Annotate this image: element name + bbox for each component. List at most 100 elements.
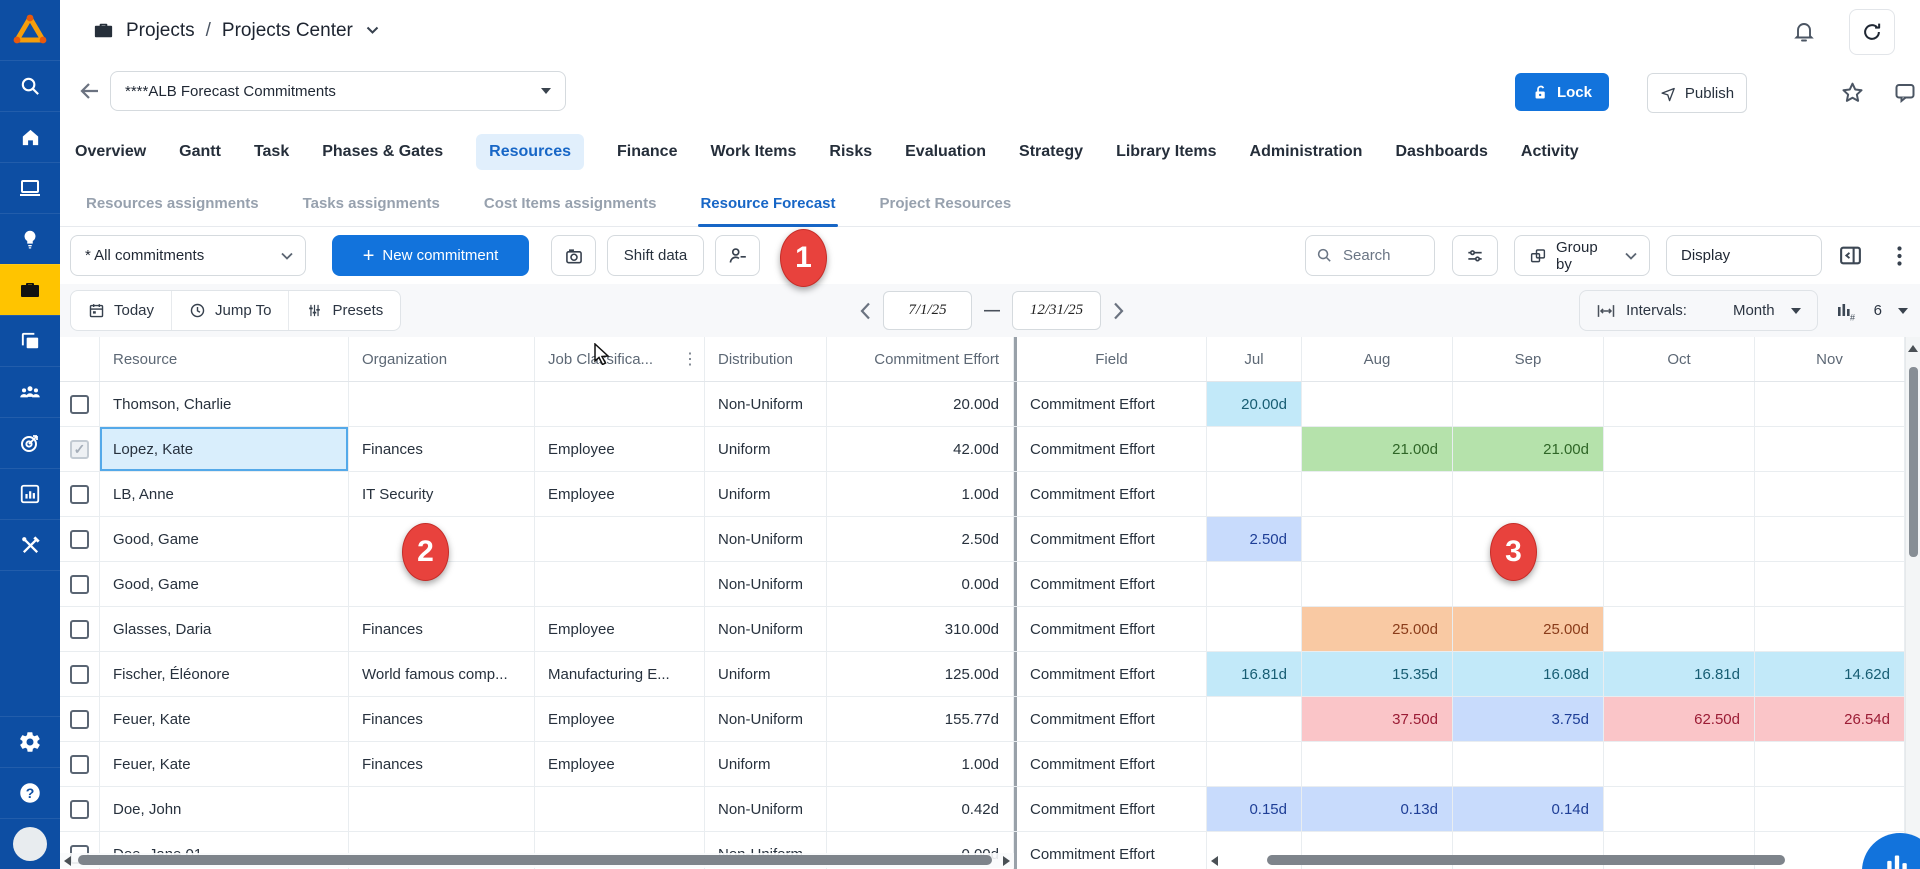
resource-cell[interactable]: Feuer, Kate — [100, 742, 349, 786]
filter-button[interactable] — [1452, 235, 1498, 276]
row-checkbox[interactable] — [70, 620, 89, 639]
month-cell[interactable] — [1755, 742, 1905, 786]
group-by-dropdown[interactable]: Group by — [1514, 235, 1650, 276]
month-cell[interactable]: 16.81d — [1207, 652, 1302, 696]
sidebar-monitor-icon[interactable] — [0, 162, 60, 213]
month-cell[interactable] — [1207, 427, 1302, 471]
month-cell[interactable]: 16.08d — [1453, 652, 1604, 696]
tab-overview[interactable]: Overview — [75, 143, 146, 161]
month-cell[interactable]: 0.14d — [1453, 787, 1604, 831]
sidebar-home-icon[interactable] — [0, 111, 60, 162]
month-cell[interactable] — [1207, 742, 1302, 786]
month-cell[interactable] — [1604, 607, 1755, 651]
tab-risks[interactable]: Risks — [829, 143, 872, 161]
view-selector-dropdown[interactable]: ****ALB Forecast Commitments — [110, 71, 566, 111]
column-header-month-sep[interactable]: Sep — [1453, 337, 1604, 381]
month-cell[interactable]: 37.50d — [1302, 697, 1453, 741]
breadcrumb-page[interactable]: Projects Center — [222, 20, 353, 42]
month-cell[interactable]: 16.81d — [1604, 652, 1755, 696]
resource-cell[interactable]: Feuer, Kate — [100, 697, 349, 741]
sidebar-lightbulb-icon[interactable] — [0, 213, 60, 264]
resource-cell[interactable]: Doe, John — [100, 787, 349, 831]
new-commitment-button[interactable]: + New commitment — [332, 235, 529, 276]
vertical-scrollbar[interactable] — [1905, 337, 1920, 869]
month-cell[interactable] — [1604, 562, 1755, 606]
month-cell[interactable]: 0.15d — [1207, 787, 1302, 831]
month-cell[interactable] — [1604, 787, 1755, 831]
back-arrow-icon[interactable] — [74, 75, 106, 107]
scroll-up-arrow-icon[interactable] — [1908, 345, 1918, 352]
month-cell[interactable] — [1302, 517, 1453, 561]
sidebar-folders-icon[interactable] — [0, 315, 60, 366]
select-all-cell[interactable] — [60, 337, 100, 381]
column-menu-kebab-icon[interactable]: ⋮ — [682, 349, 698, 369]
column-header-month-jul[interactable]: Jul — [1207, 337, 1302, 381]
remove-assignee-button[interactable] — [715, 235, 760, 276]
range-start-input[interactable] — [883, 291, 972, 330]
month-cell[interactable] — [1604, 517, 1755, 561]
month-cell[interactable]: 62.50d — [1604, 697, 1755, 741]
month-cell[interactable] — [1453, 742, 1604, 786]
comments-icon[interactable] — [1888, 75, 1920, 109]
row-checkbox[interactable] — [70, 530, 89, 549]
subtab-resources-assignments[interactable]: Resources assignments — [86, 181, 259, 226]
month-cell[interactable] — [1755, 562, 1905, 606]
tab-administration[interactable]: Administration — [1250, 143, 1363, 161]
next-period-chevron-icon[interactable] — [1113, 302, 1124, 320]
scrollbar-thumb[interactable] — [1267, 855, 1785, 865]
row-checkbox[interactable] — [70, 485, 89, 504]
dropdown-caret-icon[interactable] — [1898, 308, 1908, 314]
month-cell[interactable] — [1755, 517, 1905, 561]
tab-finance[interactable]: Finance — [617, 143, 677, 161]
tab-activity[interactable]: Activity — [1521, 143, 1579, 161]
month-cell[interactable] — [1604, 472, 1755, 516]
app-logo-icon[interactable] — [0, 0, 60, 60]
sidebar-chart-icon[interactable] — [0, 468, 60, 519]
column-header-month-nov[interactable]: Nov — [1755, 337, 1905, 381]
month-cell[interactable] — [1302, 472, 1453, 516]
resource-cell[interactable]: Fischer, Éléonore — [100, 652, 349, 696]
commitments-filter-dropdown[interactable]: * All commitments — [70, 235, 306, 276]
month-cell[interactable] — [1755, 607, 1905, 651]
month-cell[interactable] — [1207, 697, 1302, 741]
interval-count-chart-icon[interactable]: # — [1834, 299, 1858, 323]
month-cell[interactable]: 20.00d — [1207, 382, 1302, 426]
scroll-left-arrow-icon[interactable] — [64, 856, 71, 866]
column-header-resource[interactable]: Resource — [100, 337, 349, 381]
scroll-right-arrow-icon[interactable] — [1003, 856, 1010, 866]
column-header-job[interactable]: Job Classifica...⋮ — [535, 337, 705, 381]
month-cell[interactable]: 21.00d — [1453, 427, 1604, 471]
row-checkbox[interactable] — [70, 710, 89, 729]
month-cell[interactable]: 0.13d — [1302, 787, 1453, 831]
previous-period-chevron-icon[interactable] — [860, 302, 871, 320]
month-cell[interactable] — [1302, 742, 1453, 786]
notifications-bell-icon[interactable] — [1788, 15, 1820, 47]
month-cell[interactable] — [1207, 472, 1302, 516]
month-cell[interactable]: 3.75d — [1453, 697, 1604, 741]
tab-dashboards[interactable]: Dashboards — [1395, 143, 1487, 161]
column-header-organization[interactable]: Organization — [349, 337, 535, 381]
display-dropdown[interactable]: Display — [1666, 235, 1822, 276]
tab-resources[interactable]: Resources — [476, 134, 584, 170]
month-cell[interactable]: 25.00d — [1453, 607, 1604, 651]
sidebar-projects-briefcase-icon[interactable] — [0, 264, 60, 315]
lock-button[interactable]: Lock — [1515, 73, 1609, 111]
tab-strategy[interactable]: Strategy — [1019, 143, 1083, 161]
resource-cell[interactable]: Good, Game — [100, 517, 349, 561]
search-input[interactable] — [1341, 246, 1425, 265]
month-cell[interactable]: 15.35d — [1302, 652, 1453, 696]
resource-cell[interactable]: Thomson, Charlie — [100, 382, 349, 426]
presets-button[interactable]: Presets — [288, 291, 400, 330]
intervals-dropdown[interactable]: Intervals: Month — [1579, 290, 1818, 331]
tab-gantt[interactable]: Gantt — [179, 143, 221, 161]
month-cell[interactable] — [1604, 382, 1755, 426]
toolbar-kebab-icon[interactable] — [1886, 235, 1912, 276]
subtab-cost-items-assignments[interactable]: Cost Items assignments — [484, 181, 657, 226]
refresh-button[interactable] — [1849, 9, 1895, 55]
jump-to-button[interactable]: Jump To — [171, 291, 288, 330]
scrollbar-thumb[interactable] — [1909, 367, 1918, 557]
row-checkbox[interactable] — [70, 575, 89, 594]
row-checkbox[interactable]: ✓ — [70, 440, 89, 459]
sidebar-tools-icon[interactable] — [0, 519, 60, 570]
column-header-field[interactable]: Field — [1017, 337, 1207, 381]
